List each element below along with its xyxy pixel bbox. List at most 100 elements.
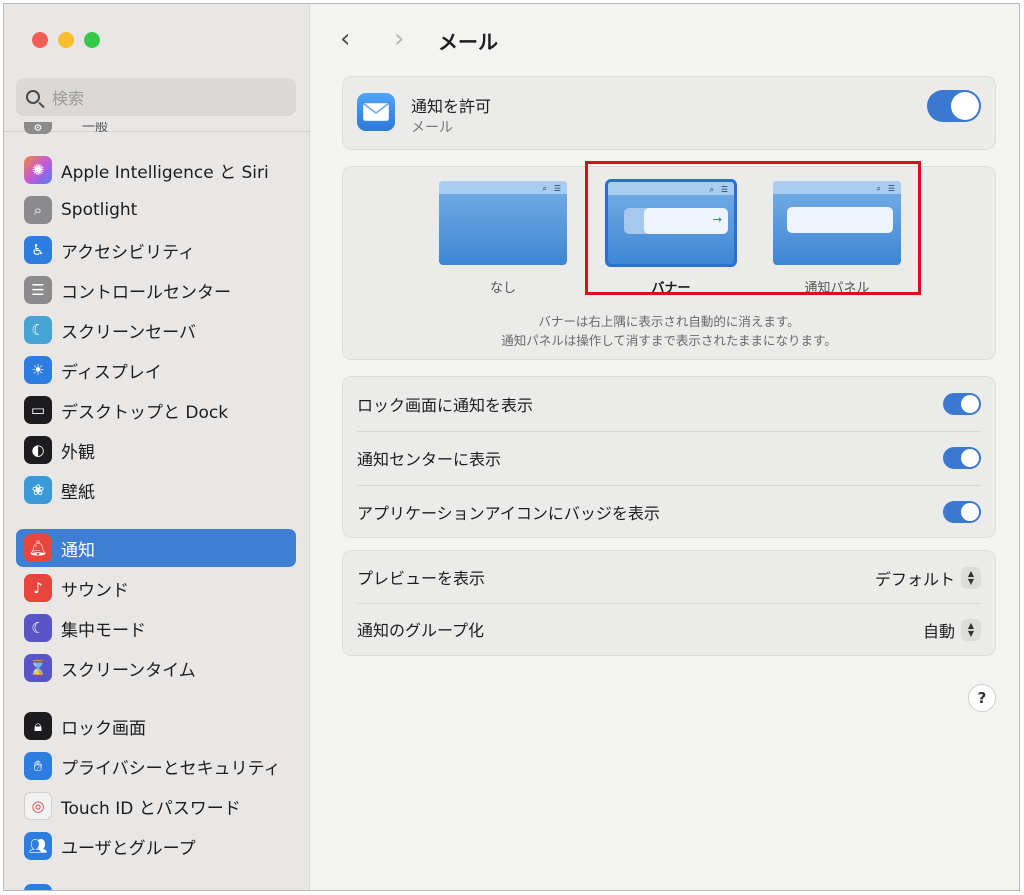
sidebar-item-label: スクリーンタイム <box>61 660 196 681</box>
grouping-popup[interactable]: 自動 ▲ ▼ <box>923 618 981 642</box>
sidebar-item-label: 一般 <box>82 122 109 134</box>
row-label: ロック画面に通知を表示 <box>357 396 534 415</box>
settings-window: 検索 ⚙ 一般 ✺ Apple Intelligence と Siri ⌕ Sp… <box>3 3 1020 891</box>
sidebar-item-label: ロック画面 <box>61 718 146 739</box>
wallpaper-icon: ❀ <box>24 476 52 504</box>
screen-time-icon: ⌛ <box>24 654 52 682</box>
badge-row: アプリケーションアイコンにバッジを表示 <box>357 485 981 539</box>
sidebar-item-label: アクセシビリティ <box>61 242 196 263</box>
sidebar-item-label: プライバシーとセキュリティ <box>61 758 281 779</box>
sidebar-item-wallpaper[interactable]: ❀ 壁紙 <box>16 471 296 509</box>
sidebar-item-accessibility[interactable]: ♿ アクセシビリティ <box>16 231 296 269</box>
page-title: メール <box>438 30 498 54</box>
chevron-updown-icon: ▲ ▼ <box>961 619 981 641</box>
sidebar-item-display[interactable]: ☀ ディスプレイ <box>16 351 296 389</box>
allow-notifications-subtitle: メール <box>411 120 453 136</box>
mail-app-icon <box>357 93 395 131</box>
notifications-icon: 🔔︎ <box>24 534 52 562</box>
back-button[interactable]: ‹ <box>340 24 350 54</box>
sidebar-item-label: Spotlight <box>61 200 138 220</box>
sidebar-item-label: サウンド <box>61 580 129 601</box>
search-field[interactable]: 検索 <box>16 78 296 116</box>
zoom-window-button[interactable] <box>84 32 100 48</box>
sidebar-item-focus[interactable]: ☾ 集中モード <box>16 609 296 647</box>
sidebar-item-label: 通知 <box>61 540 95 561</box>
envelope-icon <box>363 103 389 121</box>
allow-notifications-toggle[interactable] <box>927 90 981 122</box>
sidebar-item-users[interactable]: 👥︎ ユーザとグループ <box>16 827 296 865</box>
partial-next-item-icon <box>24 884 52 890</box>
dock-icon: ▭ <box>24 396 52 424</box>
accessibility-icon: ♿ <box>24 236 52 264</box>
sidebar-item-label: Touch ID とパスワード <box>61 798 241 819</box>
users-icon: 👥︎ <box>24 832 52 860</box>
privacy-hand-icon: ✋︎ <box>24 752 52 780</box>
sidebar-item-lock-screen[interactable]: 🔒︎ ロック画面 <box>16 707 296 745</box>
minimize-window-button[interactable] <box>58 32 74 48</box>
alert-style-none-label: なし <box>489 281 516 296</box>
lock-screen-icon: 🔒︎ <box>24 712 52 740</box>
sidebar-item-label: コントロールセンター <box>61 282 231 303</box>
menubar-control-icon: ☰ <box>553 184 561 193</box>
forward-button[interactable]: › <box>394 24 404 54</box>
control-center-icon: ☰ <box>24 276 52 304</box>
close-window-button[interactable] <box>32 32 48 48</box>
sidebar-item-desktop-dock[interactable]: ▭ デスクトップと Dock <box>16 391 296 429</box>
sidebar-item-siri[interactable]: ✺ Apple Intelligence と Siri <box>16 151 296 189</box>
sidebar-item-label: 外観 <box>61 442 95 463</box>
row-label: 通知のグループ化 <box>357 621 485 640</box>
row-label: プレビューを表示 <box>357 569 486 588</box>
screensaver-icon: ☾ <box>24 316 52 344</box>
allow-notifications-card: 通知を許可 メール <box>342 76 996 150</box>
sidebar: 検索 ⚙ 一般 ✺ Apple Intelligence と Siri ⌕ Sp… <box>4 4 310 890</box>
search-placeholder: 検索 <box>52 89 85 108</box>
spotlight-icon: ⌕ <box>24 196 52 224</box>
row-label: アプリケーションアイコンにバッジを表示 <box>357 504 660 523</box>
sidebar-item-label: デスクトップと Dock <box>61 402 229 423</box>
badge-toggle[interactable] <box>943 501 981 523</box>
alert-style-caption-1: バナーは右上隅に表示され自動的に消えます。 <box>538 314 800 329</box>
alert-style-none-preview[interactable]: ⌕ ☰ <box>439 181 567 265</box>
window-controls <box>32 32 100 48</box>
allow-notifications-label: 通知を許可 <box>411 97 492 116</box>
lock-screen-toggle[interactable] <box>943 393 981 415</box>
appearance-icon: ◐ <box>24 436 52 464</box>
grouping-row: 通知のグループ化 <box>357 603 981 655</box>
sidebar-item-screensaver[interactable]: ☾ スクリーンセーバ <box>16 311 296 349</box>
notification-center-toggle[interactable] <box>943 447 981 469</box>
alert-style-caption-2: 通知パネルは操作して消すまで表示されたままになります。 <box>501 333 837 348</box>
sidebar-item-appearance[interactable]: ◐ 外観 <box>16 431 296 469</box>
sidebar-item-label: 壁紙 <box>61 482 95 503</box>
display-icon: ☀ <box>24 356 52 384</box>
popup-value: 自動 <box>922 622 955 641</box>
sidebar-item-general[interactable]: ⚙ 一般 <box>16 114 296 134</box>
sidebar-item-privacy[interactable]: ✋︎ プライバシーとセキュリティ <box>16 747 296 785</box>
gear-icon: ⚙ <box>24 122 52 134</box>
sidebar-item-sound[interactable]: ♪ サウンド <box>16 569 296 607</box>
alert-style-card: ⌕ ☰ なし ⌕ ☰ → バナー ⌕ ☰ 通知パネル バナーは右上隅に表示され自… <box>342 161 996 360</box>
sidebar-item-control-center[interactable]: ☰ コントロールセンター <box>16 271 296 309</box>
chevron-updown-icon: ▲ ▼ <box>961 567 981 589</box>
notification-options-card: ロック画面に通知を表示 通知センターに表示 アプリケーションアイコンにバッジを表… <box>342 376 996 538</box>
focus-icon: ☾ <box>24 614 52 642</box>
notification-center-row: 通知センターに表示 <box>357 431 981 485</box>
siri-icon: ✺ <box>24 156 52 184</box>
preview-grouping-card: プレビューを表示 デフォルト ▲ ▼ 通知のグループ化 自動 ▲ ▼ <box>342 550 996 656</box>
sound-icon: ♪ <box>24 574 52 602</box>
sidebar-item-label: ユーザとグループ <box>61 838 196 859</box>
popup-value: デフォルト <box>874 570 955 589</box>
sidebar-item-spotlight[interactable]: ⌕ Spotlight <box>16 191 296 229</box>
touch-id-icon: ◎ <box>24 792 52 820</box>
sidebar-item-screen-time[interactable]: ⌛ スクリーンタイム <box>16 649 296 687</box>
sidebar-item-label: ディスプレイ <box>61 362 162 383</box>
sidebar-item-notifications[interactable]: 🔔︎ 通知 <box>16 529 296 567</box>
sidebar-item-label: スクリーンセーバ <box>61 322 196 343</box>
help-button[interactable]: ? <box>968 684 996 712</box>
sidebar-item-touch-id[interactable]: ◎ Touch ID とパスワード <box>16 787 296 825</box>
row-label: 通知センターに表示 <box>357 450 502 469</box>
show-preview-popup[interactable]: デフォルト ▲ ▼ <box>875 566 981 590</box>
lock-screen-row: ロック画面に通知を表示 <box>357 377 981 431</box>
sidebar-item-label: 集中モード <box>61 620 146 641</box>
main-pane: ‹ › メール 通知を許可 メール ⌕ ☰ なし ⌕ ☰ → バナー ⌕ ☰ 通… <box>310 4 1019 890</box>
search-icon <box>26 90 40 104</box>
